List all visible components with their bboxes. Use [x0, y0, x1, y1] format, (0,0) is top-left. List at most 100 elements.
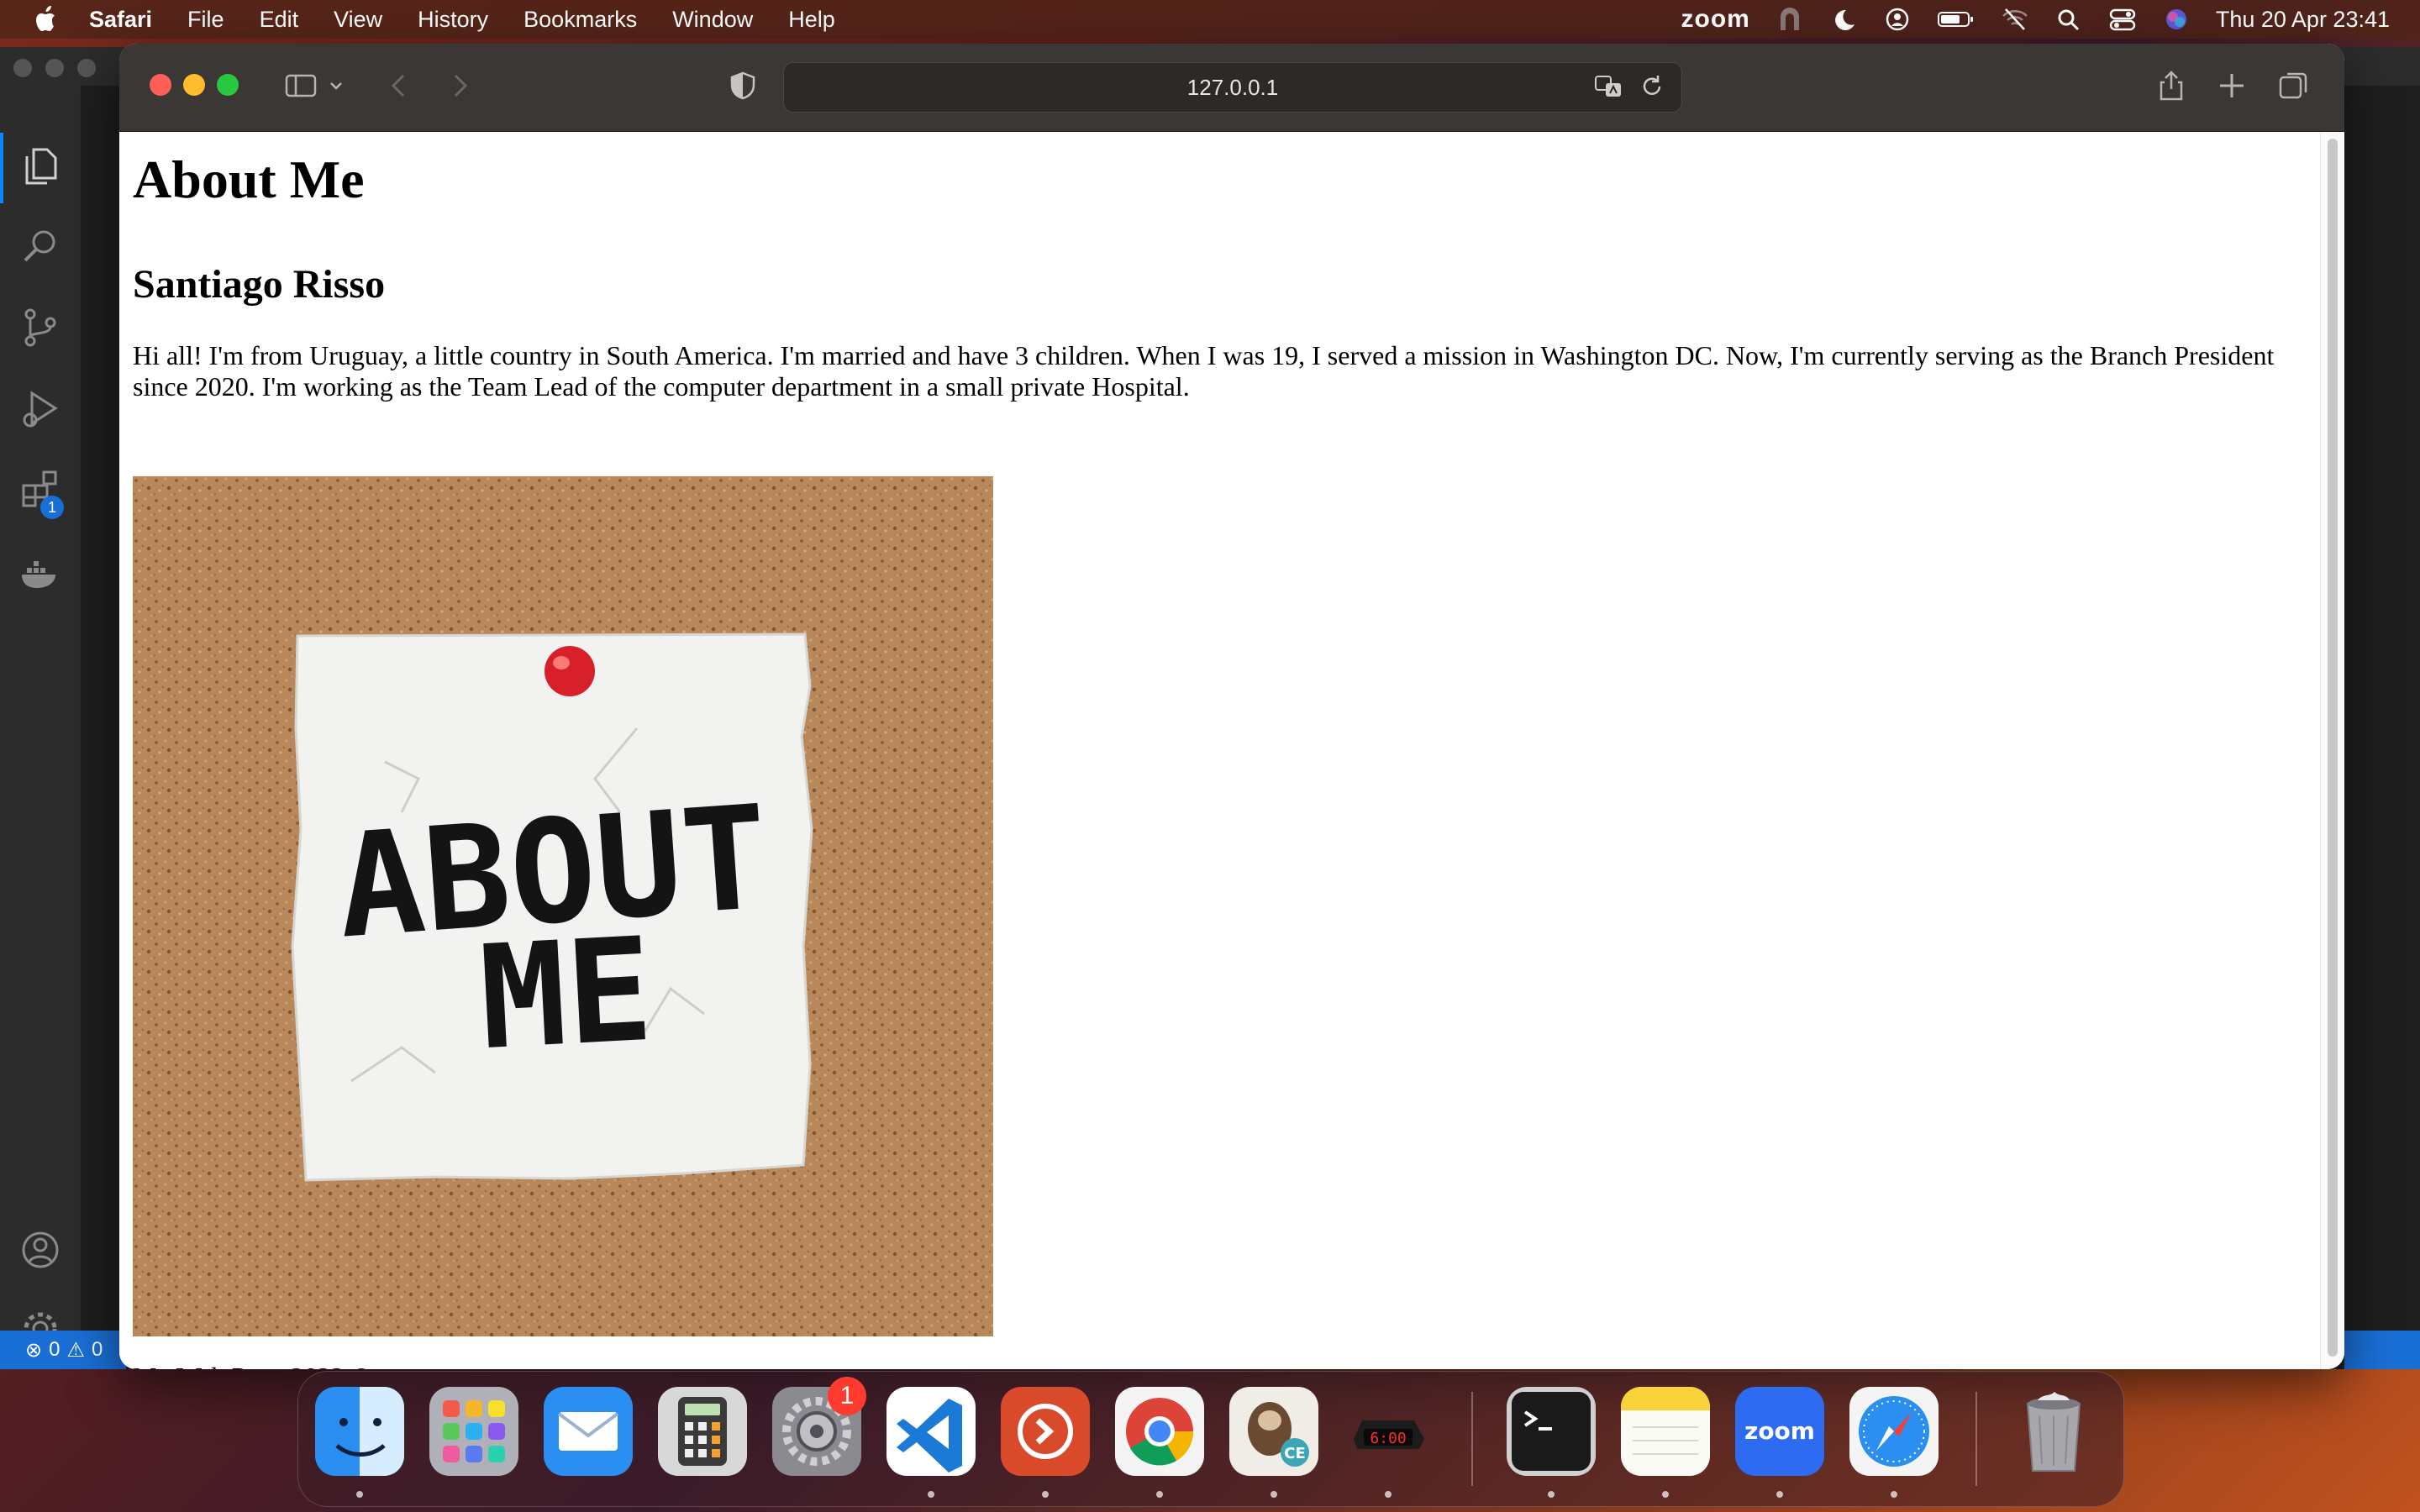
vscode-minimize-button[interactable] [45, 59, 64, 77]
address-bar[interactable]: 127.0.0.1 [783, 62, 1682, 113]
system-settings-badge: 1 [828, 1377, 866, 1415]
vscode-editor-edge [2344, 86, 2420, 1331]
clock-digits: 6:00 [1370, 1430, 1406, 1447]
dock-chrome[interactable] [1115, 1387, 1204, 1476]
extensions-badge: 1 [40, 496, 64, 519]
safari-toolbar: 127.0.0.1 [119, 44, 2344, 132]
share-icon[interactable] [2154, 69, 2188, 102]
search-icon[interactable] [18, 225, 62, 269]
running-indicator [1270, 1491, 1277, 1498]
zoom-dock-label: zoom [1744, 1417, 1815, 1445]
notifications-bell-icon[interactable] [2344, 1331, 2420, 1369]
warning-icon: ⚠ [66, 1338, 85, 1362]
remote-desktop-icon [1001, 1387, 1090, 1476]
safari-compass-icon [1849, 1387, 1939, 1476]
vscode-zoom-button[interactable] [77, 59, 96, 77]
vscode-activity-bar: 1 1 [0, 86, 81, 1369]
page-title: About Me [133, 150, 365, 209]
dock-launchpad[interactable] [429, 1387, 518, 1476]
dock-trash[interactable] [2009, 1387, 2098, 1476]
address-bar-url: 127.0.0.1 [1186, 74, 1279, 100]
siri-icon[interactable] [2162, 7, 2191, 32]
menu-window[interactable]: Window [672, 7, 753, 33]
mail-icon [544, 1387, 633, 1476]
translate-icon[interactable] [1594, 73, 1624, 100]
dock-separator [1975, 1392, 1977, 1486]
dock-vscode[interactable] [886, 1387, 976, 1476]
dock-zoom[interactable]: zoom [1735, 1387, 1824, 1476]
chevron-down-icon[interactable] [326, 69, 346, 102]
dock-alarm-clock[interactable]: 6:00 [1344, 1387, 1433, 1476]
dbeaver-beaver-icon: CE [1229, 1387, 1318, 1476]
dock-safari[interactable] [1849, 1387, 1939, 1476]
minimize-window-button[interactable] [183, 74, 205, 96]
dock-remote-desktop[interactable] [1001, 1387, 1090, 1476]
menu-bar-extras: zoom Thu 20 Apr 23:41 [1681, 0, 2390, 39]
author-name: Santiago Risso [133, 262, 386, 307]
spotlight-search-icon[interactable] [2054, 7, 2083, 32]
tunnelblick-icon[interactable] [1776, 7, 1804, 32]
alarm-clock-icon: 6:00 [1354, 1420, 1424, 1449]
dock-dbeaver[interactable]: CE [1229, 1387, 1318, 1476]
running-indicator [1042, 1491, 1049, 1498]
dock-terminal[interactable] [1507, 1387, 1596, 1476]
about-me-image: ABOUT ME [133, 476, 993, 1336]
running-indicator [1662, 1491, 1669, 1498]
vscode-close-button[interactable] [13, 59, 32, 77]
menu-history[interactable]: History [418, 7, 488, 33]
back-arrow-icon[interactable] [383, 69, 417, 102]
activity-active-indicator [0, 133, 3, 203]
bio-paragraph: Hi all! I'm from Uruguay, a little count… [133, 340, 2275, 402]
dock-notes[interactable] [1621, 1387, 1710, 1476]
zoom-status-item[interactable]: zoom [1681, 5, 1750, 34]
tab-overview-icon[interactable] [2277, 69, 2311, 102]
app-menu-safari[interactable]: Safari [89, 7, 152, 33]
control-center-icon[interactable] [2108, 7, 2137, 32]
dock-mail[interactable] [544, 1387, 633, 1476]
dock: 1 CE 6:00 zoom [297, 1371, 2124, 1507]
svg-text:CE: CE [1284, 1445, 1306, 1462]
scrollbar-thumb[interactable] [2328, 139, 2338, 1357]
running-indicator [1385, 1491, 1392, 1498]
error-count: 0 [49, 1338, 60, 1361]
battery-icon[interactable] [1937, 7, 1975, 32]
apple-menu-icon[interactable] [32, 4, 62, 34]
terminal-icon [1507, 1387, 1596, 1476]
trash-icon [2026, 1392, 2081, 1472]
accounts-icon[interactable] [18, 1228, 62, 1272]
running-indicator [356, 1491, 363, 1498]
running-indicator [1891, 1491, 1897, 1498]
vertical-scrollbar[interactable] [2320, 132, 2344, 1369]
running-indicator [1548, 1491, 1555, 1498]
wifi-off-icon[interactable] [2001, 7, 2029, 32]
notes-icon [1621, 1387, 1710, 1476]
running-indicator [928, 1491, 934, 1498]
docker-icon[interactable] [18, 553, 62, 596]
menu-edit[interactable]: Edit [260, 7, 299, 33]
privacy-shield-icon[interactable] [726, 69, 760, 102]
menu-bar-clock[interactable]: Thu 20 Apr 23:41 [2216, 7, 2390, 33]
explorer-icon[interactable] [18, 144, 62, 188]
sidebar-toggle-icon[interactable] [284, 69, 318, 102]
menu-file[interactable]: File [187, 7, 224, 33]
problems-status[interactable]: ⊗ 0 ⚠ 0 [0, 1331, 126, 1369]
focus-moon-icon[interactable] [1829, 7, 1858, 32]
run-debug-icon[interactable] [18, 386, 62, 430]
dock-calculator[interactable] [658, 1387, 747, 1476]
close-window-button[interactable] [150, 74, 171, 96]
reload-icon[interactable] [1639, 73, 1665, 100]
forward-arrow-icon[interactable] [442, 69, 476, 102]
safari-window: 127.0.0.1 About Me Santiago Risso Hi all… [119, 44, 2344, 1369]
dock-finder[interactable] [315, 1387, 404, 1476]
source-control-icon[interactable] [18, 306, 62, 349]
calculator-icon [658, 1387, 747, 1476]
error-icon: ⊗ [25, 1338, 43, 1362]
menu-view[interactable]: View [334, 7, 382, 33]
menu-help[interactable]: Help [788, 7, 835, 33]
menu-bookmarks[interactable]: Bookmarks [523, 7, 637, 33]
zoom-window-button[interactable] [217, 74, 239, 96]
zoom-app-icon: zoom [1735, 1387, 1824, 1476]
page-footer: My Web Page 2023 © [133, 1362, 371, 1369]
user-account-icon[interactable] [1883, 7, 1912, 32]
new-tab-plus-icon[interactable] [2215, 69, 2249, 102]
